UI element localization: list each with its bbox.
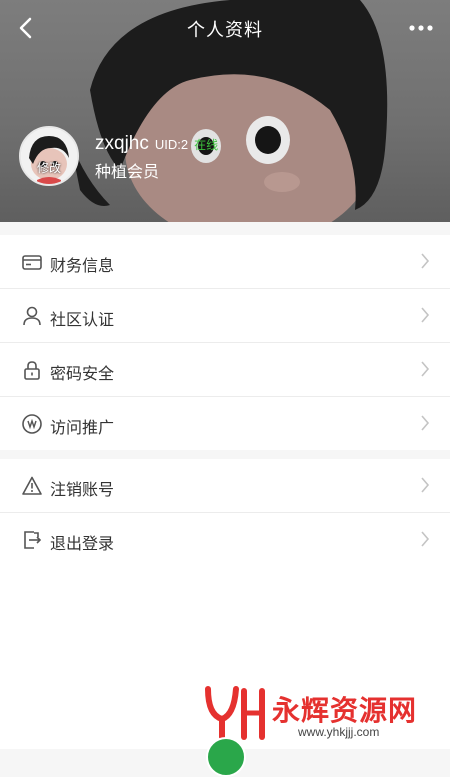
menu-item-password-security[interactable]: 密码安全 [0,343,450,397]
watermark-logo [205,686,265,740]
menu-item-label: 访问推广 [50,420,115,437]
menu-group-account: 财务信息 社区认证 密码安全 访问推广 [0,235,450,450]
more-dots-icon[interactable] [406,18,436,38]
menu-item-label: 密码安全 [50,366,115,383]
watermark-text: 永辉资源网 [272,695,418,726]
menu-item-label: 退出登录 [50,536,115,553]
online-status-badge: 在线 [194,138,219,152]
site-watermark: 永辉资源网 www.yhkjjj.com [200,685,440,745]
avatar-edit-label[interactable]: 修改 [21,159,77,176]
menu-item-finance[interactable]: 财务信息 [0,235,450,289]
avatar[interactable]: 修改 [19,126,79,186]
wallet-icon [22,255,42,270]
chevron-right-icon [421,253,430,269]
user-info-line: zxqjhc UID:2 在线 [95,133,218,155]
menu-item-label: 社区认证 [50,312,115,329]
floating-action-button[interactable] [206,737,246,777]
promotion-icon [22,414,42,434]
menu-item-label: 注销账号 [50,482,115,499]
user-icon [23,306,41,326]
logout-icon [24,531,42,549]
menu-group-session: 注销账号 退出登录 [0,459,450,566]
top-navigation-bar: 个人资料 [0,0,450,56]
page-title: 个人资料 [187,20,263,40]
menu-item-delete-account[interactable]: 注销账号 [0,459,450,513]
chevron-right-icon [421,531,430,547]
lock-icon [24,361,40,380]
watermark-url: www.yhkjjj.com [298,725,380,739]
user-id: UID:2 [154,137,189,152]
chevron-right-icon [421,477,430,493]
member-level: 种植会员 [95,164,160,181]
chevron-right-icon [421,415,430,431]
menu-item-promotion[interactable]: 访问推广 [0,397,450,450]
chevron-right-icon [421,307,430,323]
warning-icon [22,476,42,495]
menu-item-label: 财务信息 [50,258,115,275]
username: zxqjhc [95,133,149,154]
chevron-right-icon [421,361,430,377]
menu-item-community-verify[interactable]: 社区认证 [0,289,450,343]
menu-item-logout[interactable]: 退出登录 [0,513,450,566]
profile-header: 个人资料 修改 zxqjhc UID:2 在线 种植会员 [0,0,450,222]
